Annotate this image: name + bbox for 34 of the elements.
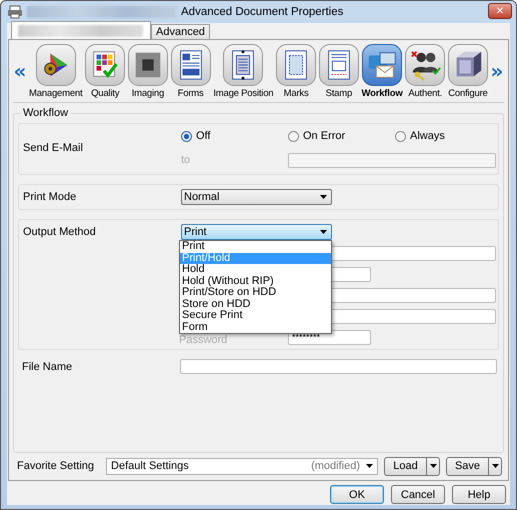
field-label: Print Mode (22, 191, 78, 203)
split-button[interactable]: Load (384, 456, 440, 476)
scroll-left-button[interactable]: « (13, 61, 27, 81)
caret-icon (430, 464, 436, 468)
printer-icon (7, 5, 23, 19)
field-label: to (181, 154, 192, 166)
window-title: Advanced Document Properties (181, 6, 344, 18)
dropdown-option[interactable]: Hold (Without RIP) (180, 276, 331, 287)
field-label: Output Method (22, 226, 97, 238)
dropdown-option[interactable]: Store on HDD (180, 298, 331, 310)
group-title: Workflow (22, 107, 70, 119)
dropdown-option[interactable]: Hold (180, 264, 331, 276)
tab[interactable]: Advanced (151, 24, 210, 39)
caret-icon (320, 195, 327, 199)
dialog-button[interactable]: Cancel (391, 485, 445, 504)
caret-icon (492, 464, 498, 468)
file-name-field[interactable] (180, 359, 497, 374)
favorite-dropdown[interactable]: Default Settings (modified) (106, 458, 378, 474)
dropdown-option[interactable]: Print (180, 241, 331, 252)
split-button[interactable]: Save (446, 456, 502, 476)
scroll-right-button[interactable]: » (490, 61, 504, 81)
dropdown-option[interactable]: Secure Print (180, 310, 331, 322)
dialog-button[interactable]: Help (452, 485, 506, 504)
field-label: Password (179, 336, 228, 345)
caret-icon (320, 230, 327, 234)
dropdown[interactable]: Print (181, 224, 332, 240)
field-label: Send E-Mail (22, 142, 84, 154)
field-label: Favorite Setting (16, 460, 94, 472)
dropdown-option[interactable]: Form (180, 322, 331, 333)
dialog-button[interactable]: OK (330, 485, 384, 504)
dropdown[interactable]: Normal (181, 189, 332, 205)
dropdown-option[interactable]: Print/Store on HDD (180, 287, 331, 298)
caret-icon (366, 464, 373, 468)
field-label: File Name (21, 360, 74, 372)
